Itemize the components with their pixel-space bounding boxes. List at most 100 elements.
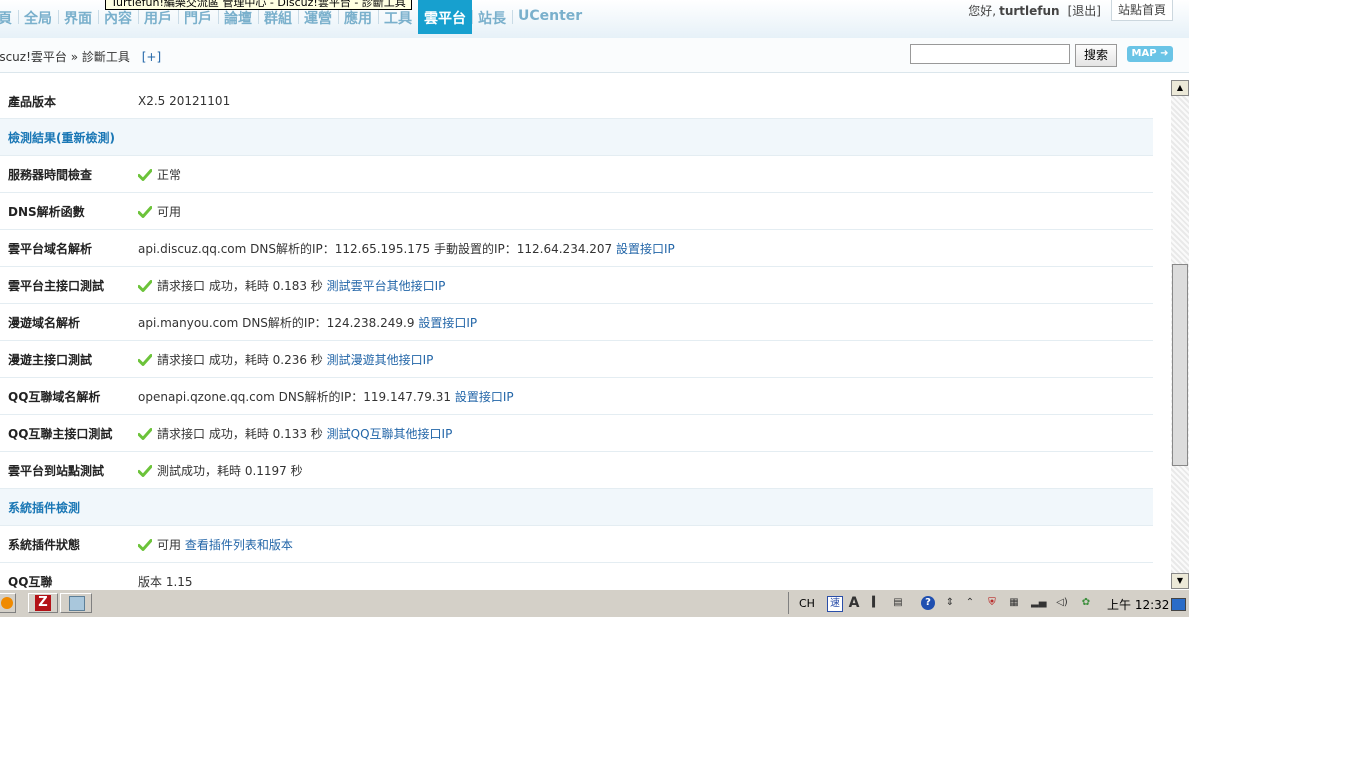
check-icon [137,354,153,366]
vertical-scrollbar[interactable]: ▲ ▼ [1171,80,1189,589]
add-shortcut-link[interactable]: [+] [142,50,161,64]
tooltip: Turtlefun!編樂交流區 管理中心 - Discuz!雲平台 - 診斷工具 [105,0,412,10]
section-title[interactable]: 系統插件檢測 [0,488,1153,526]
row-label: 系統插件狀態 [0,525,138,563]
row-value-cell: 可用 查看插件列表和版本 [137,525,1153,563]
table-row: QQ互聯 版本 1.15 [0,562,1153,589]
row-value-cell: 請求接口 成功，耗時 0.133 秒 測試QQ互聯其他接口IP [137,414,1153,452]
table-row: QQ互聯域名解析 openapi.qzone.qq.com DNS解析的IP：11… [0,377,1153,415]
table-row: 雲平台到站點測試 測試成功，耗時 0.1197 秒 [0,451,1153,489]
row-value-cell: 測試成功，耗時 0.1197 秒 [137,451,1153,489]
ime-toggle-icon[interactable]: ▍ [869,596,883,610]
row-value: 版本 1.15 [138,574,193,589]
sync-icon[interactable]: ✿ [1079,596,1093,610]
breadcrumb-separator: » [70,50,79,64]
section-header: 檢測結果(重新檢測) [0,118,1153,156]
language-indicator[interactable]: CH [799,597,815,610]
row-action-link[interactable]: 測試漫遊其他接口IP [327,353,434,367]
check-icon [137,428,153,440]
greeting: 您好, [968,4,997,18]
diagnostic-panel: 產品版本 X2.5 20121101 檢測結果(重新檢測) 服務器時間檢查 正常 DNS解… [0,84,1171,589]
row-action-link[interactable]: 設置接口IP [418,316,477,330]
options-icon[interactable]: ⇕ [943,596,957,610]
keyboard-icon[interactable]: ▤ [891,596,905,610]
media-icon [1,597,13,609]
filezilla-button[interactable]: Z [28,593,58,613]
row-action-link[interactable]: 測試雲平台其他接口IP [327,279,446,293]
nav-item[interactable]: 全局 [18,0,58,34]
table-row: 漫遊域名解析 api.manyou.com DNS解析的IP：124.238.24… [0,303,1153,341]
site-home-link[interactable]: 站點首頁 [1110,0,1173,21]
window-icon [69,596,85,611]
nav-item[interactable]: UCenter [512,0,588,34]
section-header: 系統插件檢測 [0,488,1153,526]
row-value-cell: X2.5 20121101 [138,84,1153,119]
logout-link[interactable]: [退出] [1068,2,1101,19]
browser-viewport: 頁全局 界面 內容 用戶 門戶 論壇 群組 運營 應用 工具 雲平台 站長 UCenter Turtle… [0,0,1189,617]
username: turtlefun [999,3,1060,18]
map-button[interactable]: MAP ➜ [1127,46,1173,62]
breadcrumb-current: 診斷工具 [81,50,130,64]
search-button[interactable]: 搜索 [1075,44,1117,67]
row-value: 可用 [157,537,182,552]
scroll-up-icon[interactable]: ▲ [1171,80,1189,96]
row-value-cell: 版本 1.15 [138,562,1153,589]
check-icon [137,206,153,218]
row-value: 正常 [157,167,182,182]
scroll-down-icon[interactable]: ▼ [1171,573,1189,589]
user-area: 您好, turtlefun [退出] 站點首頁 [968,0,1173,21]
row-value: api.discuz.qq.com DNS解析的IP：112.65.195.17… [138,241,613,256]
row-value-cell: 請求接口 成功，耗時 0.236 秒 測試漫遊其他接口IP [137,340,1153,378]
row-label: 雲平台域名解析 [0,229,138,267]
row-value-cell: 可用 [137,192,1153,230]
nav-item[interactable]: 界面 [58,0,98,34]
diagnostic-table: 產品版本 X2.5 20121101 檢測結果(重新檢測) 服務器時間檢查 正常 DNS解… [0,84,1153,589]
nav-item[interactable]: 頁 [0,0,18,34]
volume-icon[interactable]: ◁) [1055,596,1069,610]
check-icon [137,465,153,477]
table-row: 服務器時間檢查 正常 [0,155,1153,193]
row-label: 漫遊主接口測試 [0,340,138,378]
app-window-button[interactable] [60,593,92,613]
row-action-link[interactable]: 查看插件列表和版本 [185,538,293,552]
network-icon[interactable]: ▂▄ [1031,596,1046,610]
table-row: QQ互聯主接口測試 請求接口 成功，耗時 0.133 秒 測試QQ互聯其他接口IP [0,414,1153,452]
antivirus-icon[interactable]: ⛨ [985,596,999,610]
table-row: 漫遊主接口測試 請求接口 成功，耗時 0.236 秒 測試漫遊其他接口IP [0,340,1153,378]
row-value-cell: openapi.qzone.qq.com DNS解析的IP：119.147.79… [138,377,1153,415]
scroll-thumb[interactable] [1172,264,1188,466]
row-label: DNS解析函數 [0,192,138,230]
row-label: 雲平台到站點測試 [0,451,138,489]
row-label: QQ互聯 [0,562,138,589]
row-value: X2.5 20121101 [138,94,231,108]
row-value: 請求接口 成功，耗時 0.183 秒 [157,278,323,293]
table-row: 雲平台域名解析 api.discuz.qq.com DNS解析的IP：112.65… [0,229,1153,267]
clipboard-icon[interactable]: ▦ [1007,596,1021,610]
ime-icon[interactable]: 速 [827,596,843,612]
nav-item[interactable]: 雲平台 [418,0,472,34]
nav-item[interactable]: 站長 [472,0,512,34]
row-value-cell: api.manyou.com DNS解析的IP：124.238.249.9 設置… [138,303,1153,341]
media-player-button[interactable] [0,593,16,613]
arrow-down-icon: ➜ [1160,48,1169,59]
show-desktop-icon[interactable] [1171,598,1186,611]
row-value: 請求接口 成功，耗時 0.133 秒 [157,426,323,441]
show-hidden-icons[interactable]: ⌃ [963,596,977,610]
row-value: 請求接口 成功，耗時 0.236 秒 [157,352,323,367]
taskbar: Z CH 速 A ▍ ▤ ? ⇕ ⌃ ⛨ ▦ ▂▄ ◁) ✿ 上午 12:32 [0,589,1189,617]
help-icon[interactable]: ? [921,596,935,610]
row-action-link[interactable]: 設置接口IP [455,390,514,404]
font-icon[interactable]: A [847,596,861,610]
breadcrumb: iscuz!雲平台 » 診斷工具 [+] [0,48,161,65]
row-value-cell: api.discuz.qq.com DNS解析的IP：112.65.195.17… [138,229,1153,267]
search-input[interactable] [910,44,1070,64]
row-action-link[interactable]: 測試QQ互聯其他接口IP [327,427,453,441]
filezilla-icon: Z [35,595,51,611]
row-label: QQ互聯主接口測試 [0,414,138,452]
check-icon [137,280,153,292]
row-action-link[interactable]: 設置接口IP [616,242,675,256]
table-row: DNS解析函數 可用 [0,192,1153,230]
section-title[interactable]: 檢測結果(重新檢測) [0,118,1153,156]
row-value: api.manyou.com DNS解析的IP：124.238.249.9 [138,315,415,330]
breadcrumb-root[interactable]: iscuz!雲平台 [0,50,67,64]
